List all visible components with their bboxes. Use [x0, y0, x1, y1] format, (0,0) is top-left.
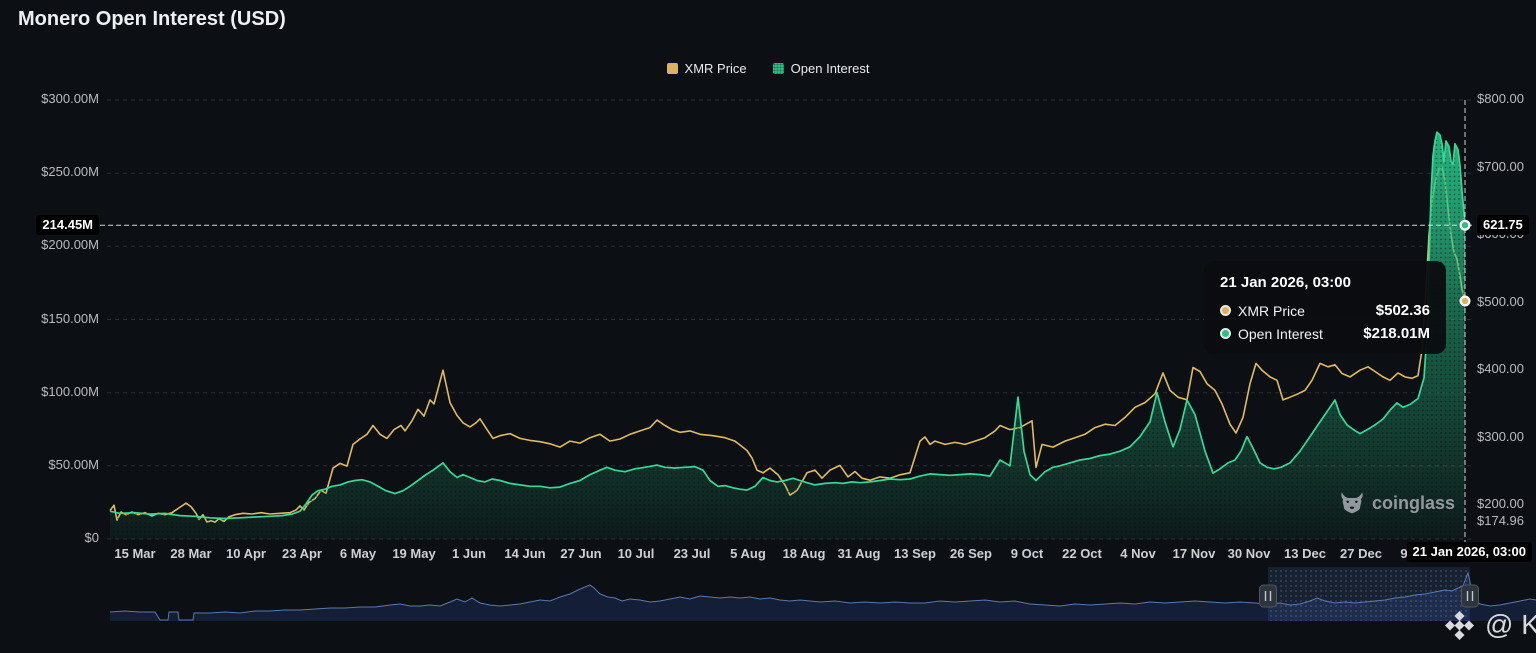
y-axis-right-tick: $400.00 — [1477, 361, 1524, 376]
legend-item-xmr-price[interactable]: XMR Price — [666, 61, 747, 76]
crosshair-right-value: 621.75 — [1477, 215, 1529, 235]
x-axis-tick: 27 Dec — [1340, 546, 1382, 561]
legend-label: Open Interest — [790, 61, 870, 76]
x-axis-tick: 23 Apr — [282, 546, 322, 561]
y-axis-left-tick: $200.00M — [41, 237, 99, 252]
navigator-selection-texture — [1268, 567, 1470, 621]
tooltip-series-dot — [1220, 305, 1231, 316]
crosshair-left-value: 214.45M — [36, 215, 99, 235]
tooltip-series-dot — [1220, 328, 1231, 339]
y-axis-left-tick: $150.00M — [41, 311, 99, 326]
y-axis-left-tick: $300.00M — [41, 91, 99, 106]
x-axis-tick: 15 Mar — [114, 546, 156, 561]
coinglass-watermark: coinglass — [1340, 492, 1455, 514]
legend-item-open-interest[interactable]: Open Interest — [772, 61, 870, 76]
x-axis-tick: 9 Oct — [1010, 546, 1044, 561]
x-axis-tick: 26 Sep — [950, 546, 992, 561]
y-axis-left-tick: $100.00M — [41, 384, 99, 399]
tooltip-timestamp: 21 Jan 2026, 03:00 — [1220, 274, 1351, 291]
tooltip-series-label: XMR Price — [1238, 302, 1305, 319]
x-axis-tick: 4 Nov — [1120, 546, 1156, 561]
x-axis-tick: 13 Dec — [1284, 546, 1326, 561]
y-axis-right-tick: $700.00 — [1477, 159, 1524, 174]
binance-logo-icon — [1444, 610, 1475, 641]
page-title: Monero Open Interest (USD) — [18, 8, 286, 30]
x-axis-tick: 18 Aug — [782, 546, 826, 561]
x-axis-tick: 6 May — [339, 546, 377, 561]
y-axis-right-tick: $300.00 — [1477, 429, 1524, 444]
x-axis-tick: 19 May — [392, 546, 436, 561]
x-axis-tick: 17 Nov — [1172, 546, 1216, 561]
y-axis-right-tick: $800.00 — [1477, 91, 1524, 106]
tooltip-series-value: $218.01M — [1363, 325, 1430, 342]
chart-legend: XMR Price Open Interest — [0, 61, 1536, 76]
x-axis-tick: 22 Oct — [1062, 546, 1102, 561]
tooltip-row: XMR Price $502.36 — [1220, 302, 1430, 319]
tooltip-series-label: Open Interest — [1238, 325, 1323, 342]
crosshair-date-value: 21 Jan 2026, 03:00 — [1406, 542, 1532, 562]
coinglass-bull-icon — [1340, 492, 1364, 514]
x-axis-tick: 28 Mar — [170, 546, 212, 561]
x-axis-tick: 10 Apr — [226, 546, 266, 561]
legend-swatch — [772, 63, 784, 74]
author-credit-text: @ Kri — [1485, 609, 1536, 640]
x-axis-tick: 27 Jun — [560, 546, 602, 561]
x-axis-tick: 10 Jul — [617, 546, 655, 561]
navigator-handle-right[interactable] — [1461, 584, 1479, 608]
coinglass-watermark-text: coinglass — [1372, 492, 1456, 513]
x-axis-tick: 30 Nov — [1227, 546, 1271, 561]
author-credit: @ Kri — [1444, 609, 1536, 641]
y-axis-right-tick: $200.00 — [1477, 496, 1524, 511]
x-axis-tick: 31 Aug — [837, 546, 881, 561]
coinglass-chart-page: Monero Open Interest (USD) XMR Price Open… — [0, 0, 1536, 653]
x-axis-tick: 1 Jun — [452, 546, 486, 561]
x-axis-tick: 23 Jul — [673, 546, 711, 561]
legend-swatch — [666, 63, 678, 74]
tooltip-row: Open Interest $218.01M — [1220, 325, 1430, 342]
x-axis-tick: 14 Jun — [504, 546, 546, 561]
x-axis-tick: 5 Aug — [730, 546, 766, 561]
legend-label: XMR Price — [684, 61, 747, 76]
chart-tooltip: 21 Jan 2026, 03:00 XMR Price $502.36 Open … — [1204, 261, 1446, 354]
x-axis-tick: 13 Sep — [894, 546, 936, 561]
y-axis-left-tick: $0 — [84, 530, 99, 545]
navigator-handle-left[interactable] — [1259, 584, 1277, 608]
y-axis-right-tick: $500.00 — [1477, 294, 1524, 309]
y-axis-left-tick: $250.00M — [41, 164, 99, 179]
y-axis-left-tick: $50.00M — [48, 457, 99, 472]
y-axis-right-tick: $174.96 — [1477, 513, 1524, 528]
tooltip-series-value: $502.36 — [1375, 302, 1430, 319]
